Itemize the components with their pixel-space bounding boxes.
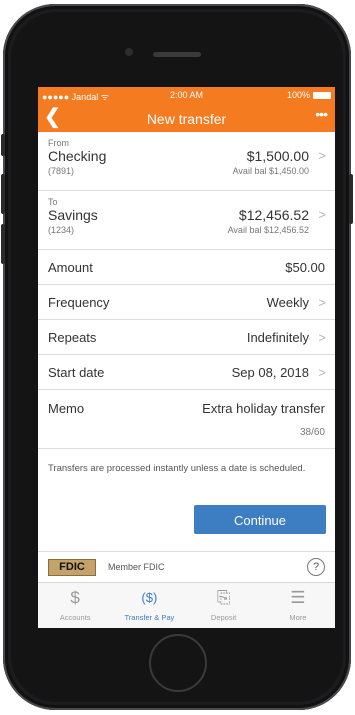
amount-field[interactable]: $50.00	[285, 260, 325, 275]
to-label: To	[48, 197, 58, 207]
tab-transfer-pay[interactable]: ($) Transfer & Pay	[112, 583, 186, 628]
chevron-right-icon: >	[318, 330, 326, 345]
chevron-right-icon: >	[318, 148, 326, 163]
home-button	[149, 634, 207, 692]
chevron-right-icon: >	[318, 365, 326, 380]
navigation-bar: ❮ New transfer •••	[38, 104, 335, 132]
status-bar: ●●●●● Jandal ᯤ 2:00 AM 100%	[38, 87, 335, 104]
battery-icon	[313, 91, 331, 99]
tab-label: Deposit	[210, 613, 237, 622]
tab-accounts[interactable]: $ Accounts	[38, 583, 112, 628]
repeats-value: Indefinitely	[246, 330, 309, 345]
repeats-label: Repeats	[48, 330, 97, 345]
frequency-row[interactable]: Frequency Weekly >	[38, 285, 335, 320]
volume-up-button	[1, 174, 5, 214]
to-account-balance: $12,456.52	[238, 207, 309, 223]
to-account-number: (1234)	[48, 225, 75, 235]
amount-row[interactable]: Amount $50.00	[38, 250, 335, 285]
fdic-logo: FDIC	[48, 559, 96, 576]
menu-icon: ☰	[290, 588, 306, 607]
to-available-balance: Avail bal $12,456.52	[227, 225, 309, 235]
earpiece-speaker	[153, 52, 201, 57]
from-label: From	[48, 138, 69, 148]
from-account-number: (7891)	[48, 166, 75, 176]
page-title: New transfer	[146, 111, 227, 127]
memo-row[interactable]: Memo Extra holiday transfer 38/60	[38, 390, 335, 449]
to-account-row[interactable]: To Savings (1234) $12,456.52 Avail bal $…	[38, 191, 335, 250]
from-account-balance: $1,500.00	[246, 148, 309, 164]
fdic-footer: FDIC Member FDIC ?	[38, 551, 335, 582]
tab-label: More	[289, 613, 307, 622]
member-fdic-text: Member FDIC	[108, 562, 165, 572]
transfer-icon: ($)	[141, 590, 158, 605]
transfer-note: Transfers are processed instantly unless…	[48, 463, 306, 474]
check-deposit-icon: ⎘	[216, 588, 231, 607]
memo-label: Memo	[48, 401, 85, 416]
start-date-label: Start date	[48, 365, 105, 380]
volume-down-button	[1, 224, 5, 264]
tab-label: Transfer & Pay	[124, 613, 175, 622]
memo-field[interactable]: Extra holiday transfer	[202, 401, 325, 416]
mute-switch	[1, 134, 5, 156]
ellipsis-icon[interactable]: •••	[315, 106, 328, 122]
tab-deposit[interactable]: ⎘ Deposit	[187, 583, 261, 628]
battery-percent: 100%	[286, 90, 310, 100]
frequency-label: Frequency	[48, 295, 110, 310]
power-button	[349, 174, 353, 224]
to-account-name: Savings	[48, 207, 98, 223]
from-account-row[interactable]: From Checking (7891) $1,500.00 Avail bal…	[38, 132, 335, 191]
start-date-row[interactable]: Start date Sep 08, 2018 >	[38, 355, 335, 390]
frequency-value: Weekly	[266, 295, 309, 310]
amount-label: Amount	[48, 260, 93, 275]
chevron-right-icon: >	[318, 207, 326, 222]
from-account-name: Checking	[48, 148, 107, 164]
battery-indicator: 100%	[287, 90, 331, 100]
chevron-right-icon: >	[318, 295, 326, 310]
help-icon[interactable]: ?	[307, 558, 325, 576]
tab-bar: $ Accounts ($) Transfer & Pay ⎘ Deposit …	[38, 582, 335, 628]
app-screen: ●●●●● Jandal ᯤ 2:00 AM 100% ❮ New transf…	[38, 87, 335, 628]
tab-label: Accounts	[59, 613, 91, 622]
tab-more[interactable]: ☰ More	[261, 583, 335, 628]
continue-button[interactable]: Continue	[194, 505, 326, 534]
from-available-balance: Avail bal $1,450.00	[232, 166, 309, 176]
dollar-icon: $	[70, 588, 80, 607]
start-date-value: Sep 08, 2018	[231, 365, 309, 380]
front-camera	[125, 48, 133, 56]
repeats-row[interactable]: Repeats Indefinitely >	[38, 320, 335, 355]
memo-char-count: 38/60	[299, 427, 325, 438]
